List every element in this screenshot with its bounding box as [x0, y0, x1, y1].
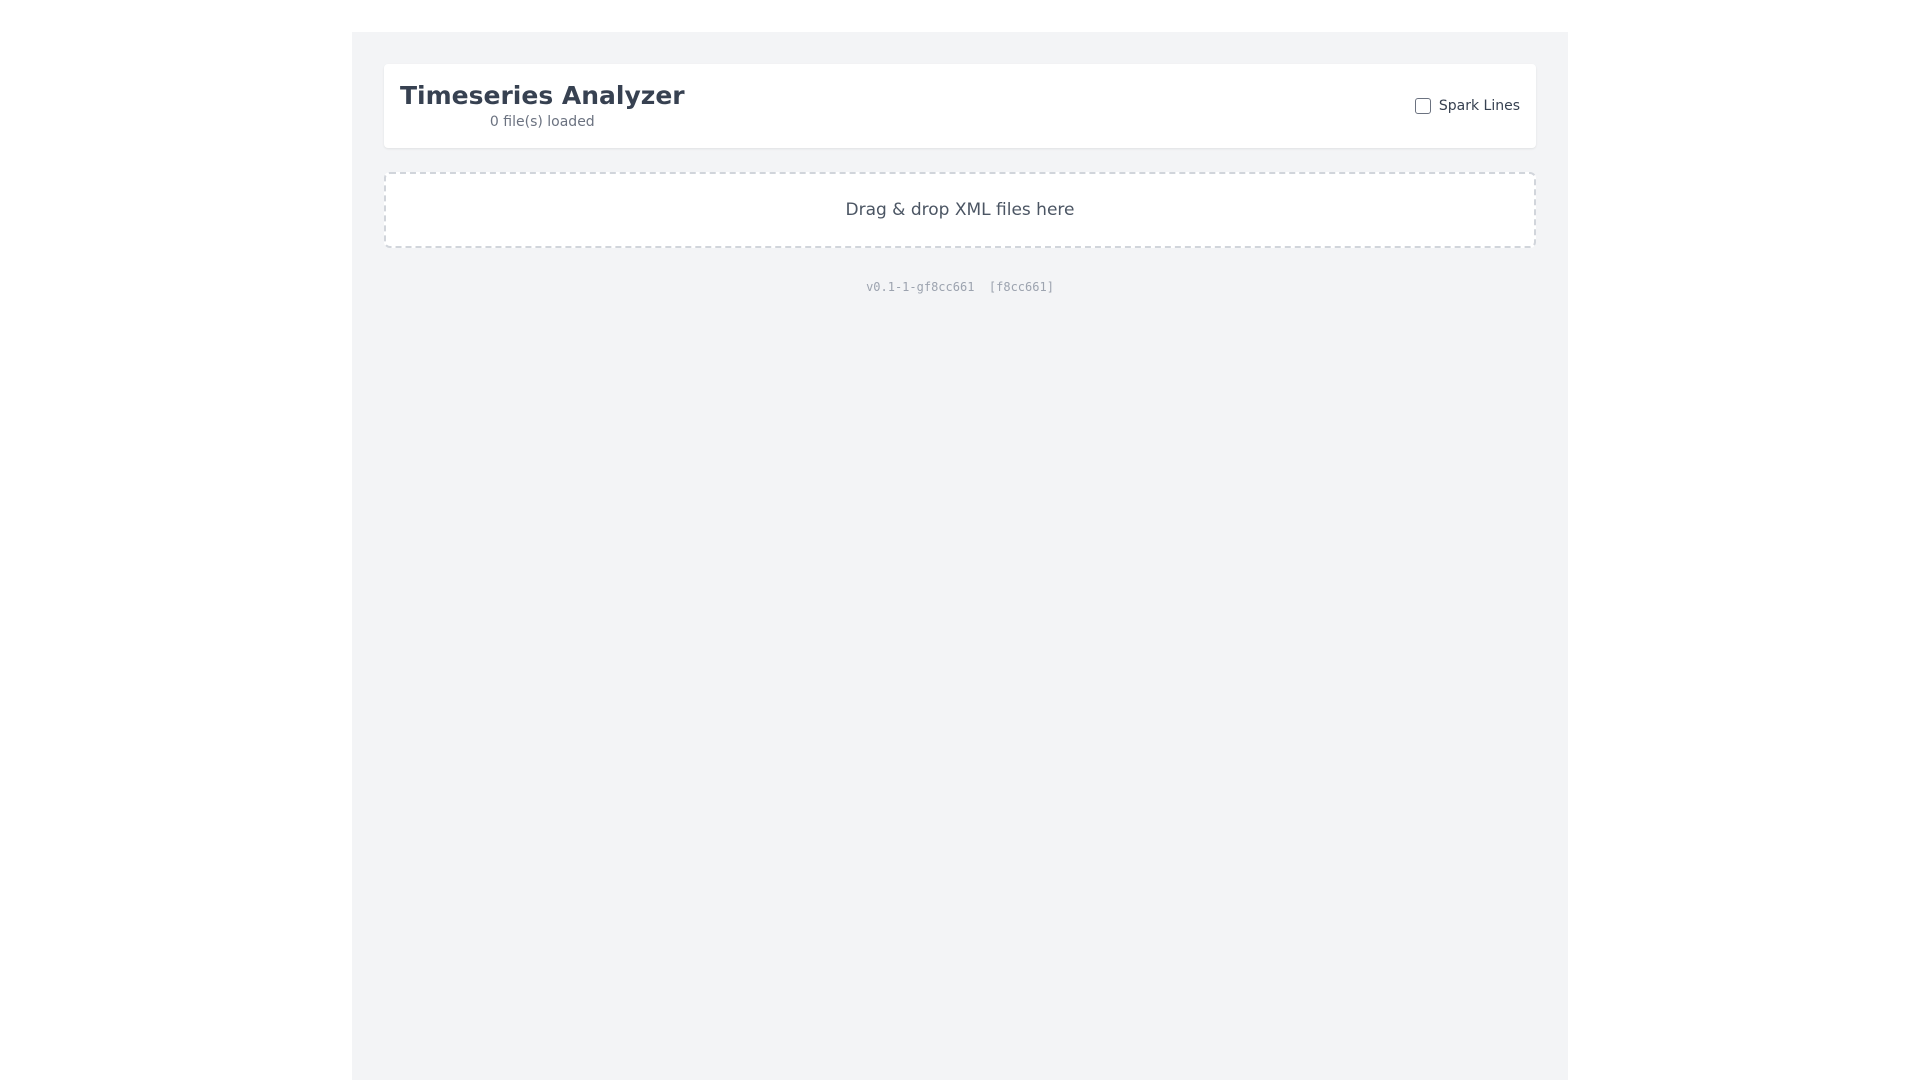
spark-lines-toggle[interactable]: Spark Lines	[1414, 98, 1520, 114]
spark-lines-label[interactable]: Spark Lines	[1439, 98, 1520, 114]
version-string: v0.1-1-gf8cc661	[866, 280, 975, 294]
title-block: Timeseries Analyzer 0 file(s) loaded	[400, 80, 685, 132]
app-title: Timeseries Analyzer	[400, 81, 685, 110]
version-info: v0.1-1-gf8cc661 [f8cc661]	[384, 280, 1536, 294]
drop-zone-text: Drag & drop XML files here	[845, 200, 1075, 220]
spark-lines-checkbox[interactable]	[1414, 98, 1431, 114]
file-count: 0 file(s) loaded	[489, 114, 595, 130]
header-card: Timeseries Analyzer 0 file(s) loaded Spa…	[384, 64, 1536, 148]
file-drop-zone[interactable]: Drag & drop XML files here	[384, 172, 1536, 248]
app-container: Timeseries Analyzer 0 file(s) loaded Spa…	[352, 32, 1568, 1080]
commit-hash: [f8cc661]	[988, 280, 1054, 294]
